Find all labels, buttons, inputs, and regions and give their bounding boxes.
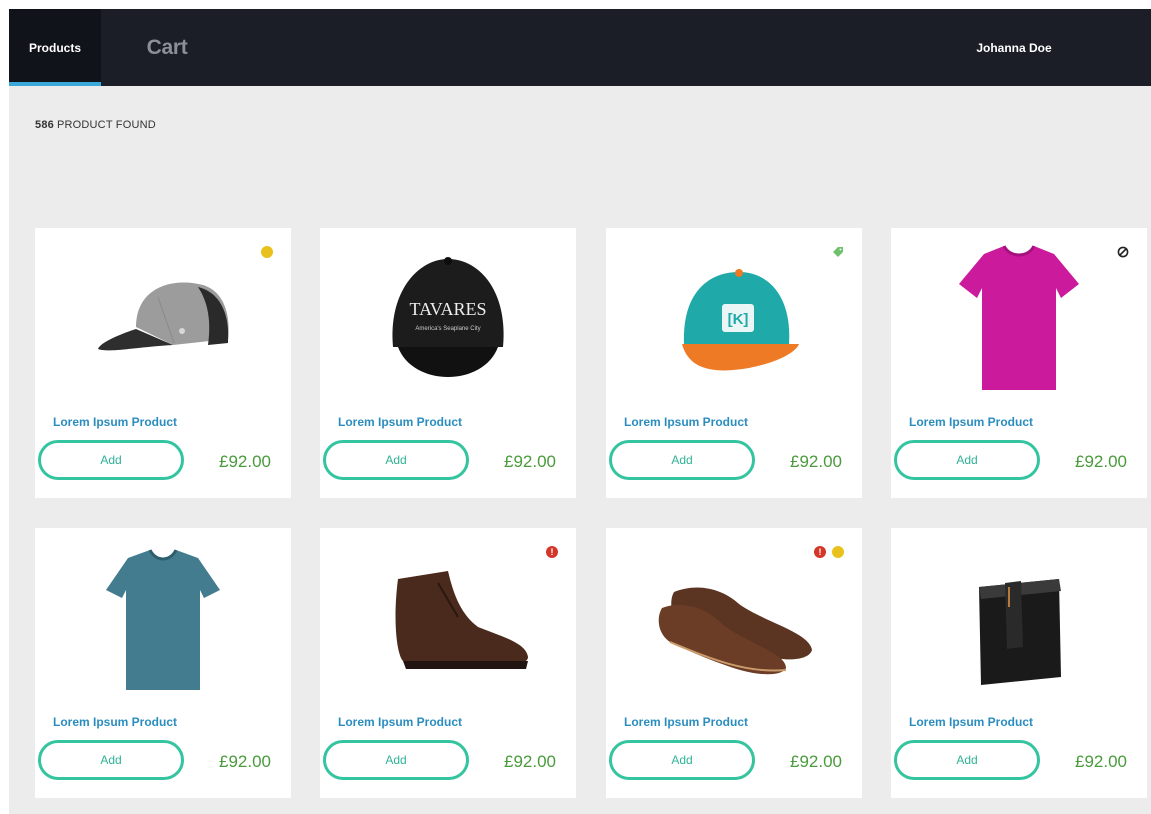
- add-to-cart-button[interactable]: Add: [609, 740, 755, 780]
- pink-tshirt-illustration: [959, 245, 1079, 390]
- product-badges: [1117, 246, 1129, 258]
- add-to-cart-button[interactable]: Add: [894, 440, 1040, 480]
- add-to-cart-button[interactable]: Add: [38, 740, 184, 780]
- status-dot-icon: [261, 246, 273, 258]
- tab-cart[interactable]: Cart: [127, 9, 207, 86]
- product-price: £92.00: [1075, 752, 1127, 771]
- product-price: £92.00: [790, 452, 842, 471]
- product-badges: [261, 246, 273, 258]
- product-card[interactable]: Lorem Ipsum Product Add £92.00: [891, 528, 1147, 798]
- alert-icon: !: [546, 546, 558, 558]
- results-count: 586 PRODUCT FOUND: [35, 119, 156, 131]
- product-price: £92.00: [504, 752, 556, 771]
- user-name: Johanna Doe: [976, 40, 1052, 55]
- tab-products[interactable]: Products: [9, 9, 101, 86]
- product-name[interactable]: Lorem Ipsum Product: [624, 415, 748, 429]
- product-card[interactable]: ! Lorem Ipsum Product Add £92.00: [320, 528, 576, 798]
- app-frame: Products Cart Johanna Doe 586 PRODUCT FOU…: [9, 9, 1151, 814]
- add-to-cart-button[interactable]: Add: [609, 440, 755, 480]
- product-card[interactable]: Lorem Ipsum Product Add £92.00: [35, 528, 291, 798]
- product-card[interactable]: TAVARES America's Seaplane City Lorem Ip…: [320, 228, 576, 498]
- product-price: £92.00: [1075, 452, 1127, 471]
- product-image-snapback[interactable]: [K]: [606, 228, 862, 406]
- product-price: £92.00: [219, 452, 271, 471]
- add-to-cart-button[interactable]: Add: [323, 440, 469, 480]
- product-badges: [832, 246, 844, 258]
- tab-cart-label: Cart: [146, 35, 188, 59]
- status-dot-icon: [832, 546, 844, 558]
- product-image-black-cap[interactable]: TAVARES America's Seaplane City: [320, 228, 576, 406]
- user-menu[interactable]: Johanna Doe: [954, 9, 1074, 86]
- cap-logo-text: TAVARES: [410, 299, 487, 319]
- product-image-wallet[interactable]: [891, 528, 1147, 706]
- cap-sub-text: America's Seaplane City: [415, 326, 480, 332]
- product-image-grey-cap[interactable]: [35, 228, 291, 406]
- product-card[interactable]: ! Lorem Ipsum Product Add £92.00: [606, 528, 862, 798]
- grey-cap-illustration: [98, 282, 229, 351]
- product-image-pink-tshirt[interactable]: [891, 228, 1147, 406]
- snapback-logo-text: [K]: [728, 311, 749, 328]
- top-navbar: Products Cart Johanna Doe: [9, 9, 1151, 86]
- ankle-boot-illustration: [395, 571, 528, 669]
- product-price: £92.00: [219, 752, 271, 771]
- product-name[interactable]: Lorem Ipsum Product: [338, 415, 462, 429]
- product-name[interactable]: Lorem Ipsum Product: [53, 415, 177, 429]
- wallet-illustration: [979, 579, 1061, 685]
- product-name[interactable]: Lorem Ipsum Product: [338, 715, 462, 729]
- tab-products-label: Products: [28, 40, 81, 55]
- results-label: PRODUCT FOUND: [56, 119, 156, 131]
- black-cap-illustration: TAVARES America's Seaplane City: [392, 257, 504, 377]
- product-price: £92.00: [504, 452, 556, 471]
- product-name[interactable]: Lorem Ipsum Product: [53, 715, 177, 729]
- product-price: £92.00: [790, 752, 842, 771]
- add-to-cart-button[interactable]: Add: [323, 740, 469, 780]
- product-name[interactable]: Lorem Ipsum Product: [909, 715, 1033, 729]
- alert-icon: !: [814, 546, 826, 558]
- tag-icon: [833, 247, 843, 257]
- product-image-teal-tshirt[interactable]: [35, 528, 291, 706]
- active-tab-underline: [9, 82, 101, 86]
- product-image-ankle-boot[interactable]: [320, 528, 576, 706]
- blocked-icon: [1117, 246, 1129, 258]
- product-card[interactable]: Lorem Ipsum Product Add £92.00: [35, 228, 291, 498]
- oxford-shoes-illustration: [658, 587, 812, 675]
- results-number: 586: [35, 119, 54, 131]
- product-card[interactable]: [K] Lorem Ipsum Product Add £92.00: [606, 228, 862, 498]
- product-badges: !: [814, 546, 844, 558]
- product-name[interactable]: Lorem Ipsum Product: [624, 715, 748, 729]
- snapback-illustration: [K]: [682, 269, 799, 371]
- add-to-cart-button[interactable]: Add: [38, 440, 184, 480]
- teal-tshirt-illustration: [106, 549, 220, 690]
- product-name[interactable]: Lorem Ipsum Product: [909, 415, 1033, 429]
- product-card[interactable]: Lorem Ipsum Product Add £92.00: [891, 228, 1147, 498]
- add-to-cart-button[interactable]: Add: [894, 740, 1040, 780]
- product-badges: !: [546, 546, 558, 558]
